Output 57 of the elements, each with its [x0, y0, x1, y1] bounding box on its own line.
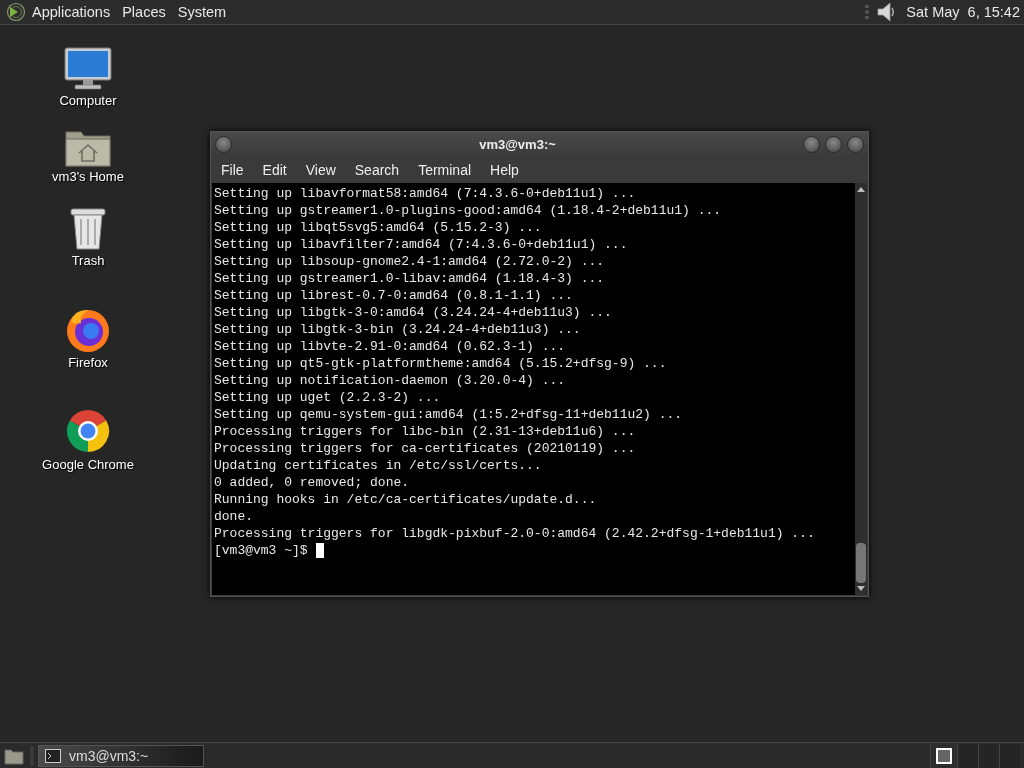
- window-title: vm3@vm3:~: [478, 137, 557, 152]
- terminal-line: Setting up libavfilter7:amd64 (7:4.3.6-0+deb11u1) ...: [214, 236, 629, 253]
- trash-icon[interactable]: [69, 207, 107, 251]
- scrollbar-thumb[interactable]: [856, 543, 866, 583]
- text-cursor: [315, 543, 324, 558]
- terminal-line: done.: [214, 508, 254, 525]
- menu-item[interactable]: Terminal: [418, 162, 483, 178]
- terminal-line: Setting up libvte-2.91-0:amd64 (0.62.3-1) ...: [214, 338, 567, 355]
- terminal-line: Setting up libgtk-3-0:amd64 (3.24.24-4+deb11u3) ...: [214, 304, 613, 321]
- task-button[interactable]: vm3@vm3:~: [38, 744, 204, 767]
- terminal-line: Running hooks in /etc/ca-certificates/update.d...: [214, 491, 598, 508]
- minimize-button[interactable]: [803, 136, 820, 153]
- desktop-icon-label[interactable]: Trash: [71, 253, 105, 268]
- terminal-line: 0 added, 0 removed; done.: [214, 474, 411, 491]
- menu-item[interactable]: Help: [490, 162, 530, 178]
- panel-menu[interactable]: Applications: [32, 4, 111, 20]
- terminal-line: Setting up qt5-gtk-platformtheme:amd64 (5.15.2+dfsg-9) ...: [214, 355, 668, 372]
- menu-item[interactable]: Search: [354, 162, 411, 178]
- desktop-icon-label[interactable]: vm3's Home: [52, 169, 124, 184]
- panel-menu[interactable]: System: [177, 4, 227, 20]
- desktop-icon-label[interactable]: Firefox: [68, 355, 108, 370]
- computer-icon[interactable]: [63, 47, 113, 91]
- browser-icon[interactable]: [64, 407, 112, 455]
- shell-prompt: [vm3@vm3 ~]$: [214, 542, 308, 559]
- terminal-line: Processing triggers for libc-bin (2.31-13+deb11u6) ...: [214, 423, 637, 440]
- menu-item[interactable]: View: [305, 162, 347, 178]
- terminal-line: Updating certificates in /etc/ssl/certs...: [214, 457, 543, 474]
- menu-item[interactable]: File: [221, 162, 255, 178]
- scroll-up-icon[interactable]: [856, 185, 866, 193]
- terminal-line: Setting up libqt5svg5:amd64 (5.15.2-3) ...: [214, 219, 543, 236]
- terminal-line: Setting up notification-daemon (3.20.0-4) ...: [214, 372, 567, 389]
- panel-menu[interactable]: Places: [122, 4, 166, 20]
- maximize-button[interactable]: [825, 136, 842, 153]
- terminal-icon: [45, 748, 61, 763]
- terminal-line: Setting up librest-0.7-0:amd64 (0.8.1-1.1) ...: [214, 287, 574, 304]
- clock[interactable]: Sat May 6, 15:42: [906, 4, 1020, 20]
- terminal-line: Processing triggers for libgdk-pixbuf-2.0-0:amd64 (2.42.2+dfsg-1+deb11u1) ...: [214, 525, 816, 542]
- terminal-line: Setting up qemu-system-gui:amd64 (1:5.2+dfsg-11+deb11u2) ...: [214, 406, 684, 423]
- terminal-line: Setting up gstreamer1.0-libav:amd64 (1.18.4-3) ...: [214, 270, 606, 287]
- window-menu-button[interactable]: [215, 136, 232, 153]
- terminal-line: Setting up libsoup-gnome2.4-1:amd64 (2.72.0-2) ...: [214, 253, 606, 270]
- close-button[interactable]: [847, 136, 864, 153]
- terminal-line: Setting up uget (2.2.3-2) ...: [214, 389, 442, 406]
- main-menu-icon[interactable]: [6, 2, 26, 22]
- grip-icon: [865, 4, 870, 20]
- scrollbar[interactable]: [855, 183, 867, 595]
- menu-item[interactable]: Edit: [262, 162, 298, 178]
- folder-icon[interactable]: [4, 746, 24, 765]
- terminal-line: Setting up libgtk-3-bin (3.24.24-4+deb11u3) ...: [214, 321, 582, 338]
- browser-icon[interactable]: [65, 307, 111, 353]
- desktop-icon-label[interactable]: Computer: [59, 93, 117, 108]
- scroll-down-icon[interactable]: [856, 585, 866, 593]
- terminal-line: Setting up libavformat58:amd64 (7:4.3.6-0+deb11u1) ...: [214, 185, 637, 202]
- desktop-icon-label[interactable]: Google Chrome: [42, 457, 134, 472]
- workspace-button[interactable]: [930, 743, 957, 768]
- terminal-line: Processing triggers for ca-certificates (20210119) ...: [214, 440, 637, 457]
- terminal-line: Setting up gstreamer1.0-plugins-good:amd64 (1.18.4-2+deb11u1) ...: [214, 202, 723, 219]
